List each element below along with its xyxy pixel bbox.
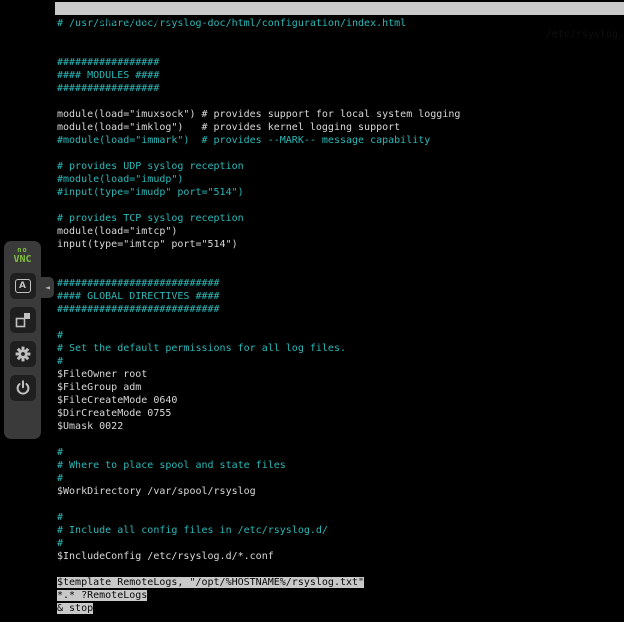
editor-line: & stop — [55, 602, 624, 615]
editor-line: input(type="imtcp" port="514") — [55, 238, 624, 251]
editor-line: # Include all config files in /etc/rsysl… — [55, 524, 624, 537]
toolbar-handle[interactable]: ◄ — [41, 277, 54, 298]
editor-line: # Where to place spool and state files — [55, 459, 624, 472]
editor-line: $FileCreateMode 0640 — [55, 394, 624, 407]
editor-line — [55, 563, 624, 576]
editor-line: #module(load="immark") # provides --MARK… — [55, 134, 624, 147]
editor-line — [55, 147, 624, 160]
editor-line: $FileOwner root — [55, 368, 624, 381]
novnc-logo-text-bottom: VNC — [13, 255, 31, 265]
novnc-logo: no VNC — [13, 247, 31, 265]
editor-line: $template RemoteLogs, "/opt/%HOSTNAME%/r… — [55, 576, 624, 589]
editor-line: #module(load="imudp") — [55, 173, 624, 186]
gear-icon — [15, 346, 31, 362]
editor-line: # Set the default permissions for all lo… — [55, 342, 624, 355]
editor-line: $Umask 0022 — [55, 420, 624, 433]
editor-line: $DirCreateMode 0755 — [55, 407, 624, 420]
editor-line — [55, 264, 624, 277]
fullscreen-icon — [15, 312, 31, 328]
editor-line: # provides UDP syslog reception — [55, 160, 624, 173]
editor-line: # — [55, 537, 624, 550]
editor-line: module(load="imklog") # provides kernel … — [55, 121, 624, 134]
editor-line: *.* ?RemoteLogs — [55, 589, 624, 602]
editor-line — [55, 43, 624, 56]
editor-line — [55, 199, 624, 212]
editor-line: ################# — [55, 82, 624, 95]
nano-version: GNU nano 7.2 — [100, 15, 172, 28]
editor-line — [55, 316, 624, 329]
editor-line: $IncludeConfig /etc/rsyslog.d/*.conf — [55, 550, 624, 563]
settings-button[interactable] — [10, 341, 36, 367]
novnc-logo-text-top: no — [13, 247, 31, 254]
editor-line: # — [55, 511, 624, 524]
editor-line: module(load="imtcp") — [55, 225, 624, 238]
vnc-control-bar: no VNC ◄ A — [4, 241, 41, 439]
editor-line: # — [55, 355, 624, 368]
editor-line: ########################### — [55, 303, 624, 316]
power-button[interactable] — [10, 375, 36, 401]
fullscreen-button[interactable] — [10, 307, 36, 333]
editor-lines: # /usr/share/doc/rsyslog-doc/html/config… — [55, 15, 624, 615]
editor-line: # — [55, 446, 624, 459]
editor-line — [55, 498, 624, 511]
editor-line: #input(type="imudp" port="514") — [55, 186, 624, 199]
clipboard-icon: A — [15, 279, 31, 293]
editor-line — [55, 30, 624, 43]
editor-line: $FileGroup adm — [55, 381, 624, 394]
editor-line: # — [55, 329, 624, 342]
editor-line: module(load="imuxsock") # provides suppo… — [55, 108, 624, 121]
editor-line: # provides TCP syslog reception — [55, 212, 624, 225]
collapse-arrow-icon: ◄ — [45, 283, 50, 292]
editor-line: ################# — [55, 56, 624, 69]
editor-line: ########################### — [55, 277, 624, 290]
editor-line: # — [55, 472, 624, 485]
editor-line: #### MODULES #### — [55, 69, 624, 82]
editor-line — [55, 95, 624, 108]
nano-titlebar: GNU nano 7.2 /etc/rsyslog. — [55, 2, 624, 15]
editor-line — [55, 433, 624, 446]
editor-line: $WorkDirectory /var/spool/rsyslog — [55, 485, 624, 498]
editor-line — [55, 251, 624, 264]
terminal-screen[interactable]: GNU nano 7.2 /etc/rsyslog. # /usr/share/… — [55, 2, 624, 622]
nano-filename: /etc/rsyslog. — [546, 28, 624, 41]
clipboard-button[interactable]: A — [10, 273, 36, 299]
power-icon — [15, 380, 31, 396]
editor-line: #### GLOBAL DIRECTIVES #### — [55, 290, 624, 303]
